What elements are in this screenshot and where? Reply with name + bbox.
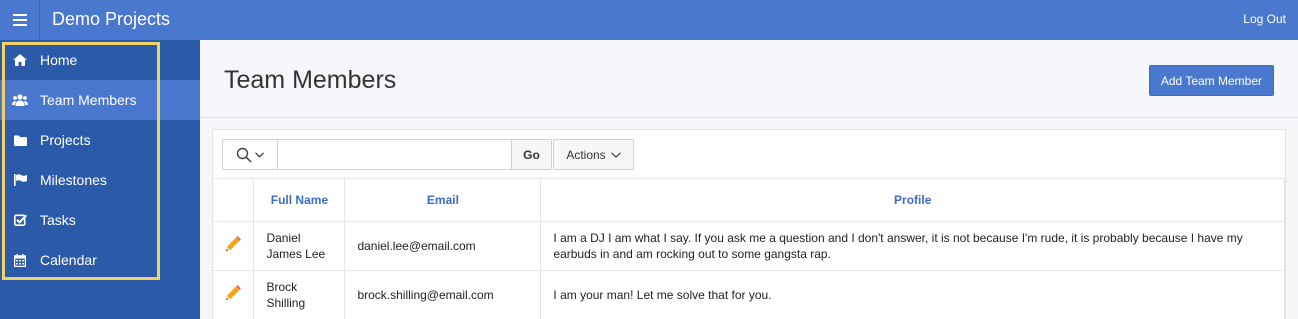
sidebar-item-label: Milestones [40,172,107,188]
page-title: Team Members [224,66,397,94]
sidebar-item-label: Projects [40,132,91,148]
chevron-down-icon [255,151,264,158]
actions-label: Actions [566,147,606,162]
sidebar-item-tasks[interactable]: Tasks [0,200,200,240]
search-icon [236,147,252,163]
cell-profile: I am your man! Let me solve that for you… [540,270,1285,319]
sidebar: Home Team Members Projects Milestones Ta… [0,40,200,319]
chevron-down-icon [610,151,621,158]
edit-row-button[interactable] [213,270,255,319]
logout-link[interactable]: Log Out [1243,12,1286,26]
search-input[interactable] [279,140,511,169]
report-toolbar: Go Actions [213,130,1285,179]
column-header-full-name[interactable]: Full Name [253,179,346,222]
cell-profile: I am a DJ I am what I say. If you ask me… [540,221,1285,271]
edit-column-header [213,179,255,222]
table-row: Brock Shilling brock.shilling@email.com … [213,270,1285,319]
sidebar-item-team-members[interactable]: Team Members [0,80,200,120]
home-icon [0,54,40,66]
search-bar: Go [222,139,552,170]
folder-icon [0,135,40,146]
sidebar-item-label: Team Members [40,92,137,108]
app-title[interactable]: Demo Projects [52,9,170,30]
cell-full-name: Daniel James Lee [253,221,346,271]
calendar-icon [0,253,40,267]
report-table: Full Name Email Profile Daniel James Lee… [213,179,1285,319]
cell-full-name: Brock Shilling [253,270,346,319]
sidebar-item-home[interactable]: Home [0,40,200,80]
edit-row-button[interactable] [213,221,255,271]
top-navigation-bar: Demo Projects Log Out [0,0,1298,40]
page-header: Team Members Add Team Member [200,40,1298,118]
team-members-report: Go Actions Full Name Email Profile Danie… [212,129,1286,319]
column-header-email[interactable]: Email [344,179,542,222]
sidebar-item-projects[interactable]: Projects [0,120,200,160]
check-square-icon [0,214,40,226]
table-row: Daniel James Lee daniel.lee@email.com I … [213,221,1285,271]
menu-toggle-button[interactable] [0,0,40,40]
table-header-row: Full Name Email Profile [213,179,1285,222]
cell-email: brock.shilling@email.com [344,270,542,319]
search-column-selector[interactable] [223,140,278,169]
column-header-profile[interactable]: Profile [540,179,1285,222]
go-button[interactable]: Go [511,140,551,169]
users-icon [0,94,40,106]
pencil-icon [226,284,242,300]
add-team-member-button[interactable]: Add Team Member [1148,65,1274,96]
sidebar-item-label: Tasks [40,212,76,228]
cell-email: daniel.lee@email.com [344,221,542,271]
actions-menu-button[interactable]: Actions [553,139,634,170]
flag-icon [0,174,40,186]
sidebar-item-label: Calendar [40,252,97,268]
pencil-icon [226,235,242,251]
hamburger-icon [12,14,27,26]
sidebar-item-label: Home [40,52,78,68]
sidebar-item-calendar[interactable]: Calendar [0,240,200,280]
sidebar-item-milestones[interactable]: Milestones [0,160,200,200]
